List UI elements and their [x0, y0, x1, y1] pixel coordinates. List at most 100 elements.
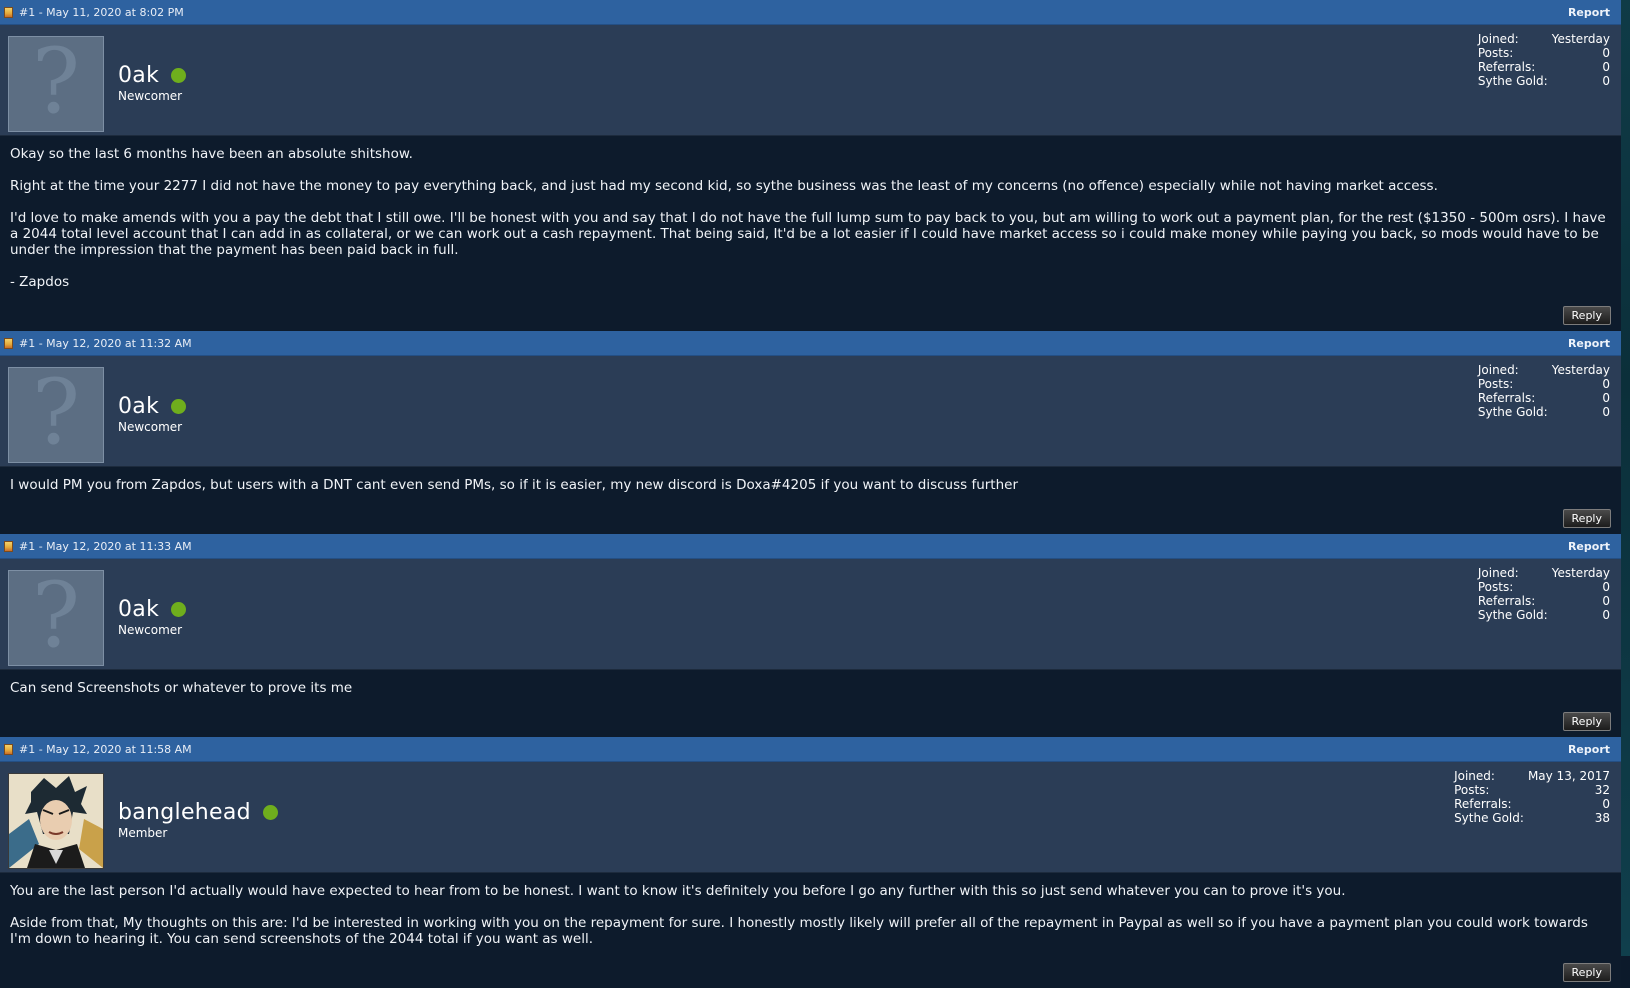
stat-row: Sythe Gold: 0: [1478, 608, 1610, 622]
post-paragraph: Aside from that, My thoughts on this are…: [10, 915, 1588, 947]
username-link[interactable]: 0ak: [118, 394, 159, 419]
stat-value: 32: [1594, 783, 1610, 797]
post-body: Okay so the last 6 months have been an a…: [0, 136, 1621, 298]
online-status-icon: [262, 805, 278, 820]
post-paragraph: Right at the time your 2277 I did not ha…: [10, 178, 1438, 194]
user-info-panel: banglehead Member Joined: May 13, 2017 P…: [0, 762, 1621, 873]
page-background-edge: [1621, 0, 1630, 956]
avatar[interactable]: ?: [8, 367, 104, 463]
stat-label: Posts:: [1477, 46, 1514, 60]
stat-label: Joined:: [1477, 363, 1519, 377]
stat-row: Referrals: 0: [1478, 60, 1610, 74]
question-mark-icon: ?: [31, 36, 81, 132]
post-meta[interactable]: #1 - May 12, 2020 at 11:58 AM: [19, 743, 192, 756]
thread: #1 - May 11, 2020 at 8:02 PM Report ? 0a…: [0, 0, 1621, 988]
user-rank: Newcomer: [118, 420, 183, 434]
stat-value: 0: [1602, 46, 1610, 60]
post-meta[interactable]: #1 - May 12, 2020 at 11:33 AM: [19, 540, 192, 553]
stat-row: Joined: Yesterday: [1478, 32, 1610, 46]
username-row: 0ak: [118, 597, 187, 622]
post-header: #1 - May 12, 2020 at 11:33 AM Report: [0, 534, 1621, 559]
user-stats: Joined: Yesterday Posts: 0 Referrals: 0 …: [1478, 32, 1610, 88]
reply-row: Reply: [0, 298, 1621, 331]
stat-row: Sythe Gold: 38: [1454, 811, 1610, 825]
stat-label: Sythe Gold:: [1454, 811, 1524, 825]
stat-label: Posts:: [1477, 377, 1514, 391]
stat-value: 0: [1602, 60, 1610, 74]
avatar[interactable]: ?: [8, 36, 104, 132]
post-body: Can send Screenshots or whatever to prov…: [0, 670, 1621, 704]
post: #1 - May 12, 2020 at 11:58 AM Report ban…: [0, 737, 1621, 988]
post-paragraph: I'd love to make amends with you a pay t…: [10, 210, 1606, 258]
username-link[interactable]: 0ak: [118, 597, 159, 622]
stat-row: Sythe Gold: 0: [1478, 74, 1610, 88]
reply-row: Reply: [0, 501, 1621, 534]
stat-value: Yesterday: [1551, 363, 1610, 377]
stat-value: 38: [1594, 811, 1610, 825]
username-link[interactable]: 0ak: [118, 63, 159, 88]
stat-row: Posts: 32: [1454, 783, 1610, 797]
stat-row: Joined: Yesterday: [1478, 363, 1610, 377]
stat-row: Posts: 0: [1478, 580, 1610, 594]
reply-button[interactable]: Reply: [1562, 712, 1611, 731]
stat-label: Joined:: [1477, 32, 1519, 46]
report-link[interactable]: Report: [1568, 540, 1621, 553]
report-link[interactable]: Report: [1568, 6, 1621, 19]
stat-row: Referrals: 0: [1478, 594, 1610, 608]
post-status-icon: [4, 743, 13, 755]
online-status-icon: [171, 68, 187, 83]
stat-value: Yesterday: [1551, 566, 1610, 580]
stat-row: Referrals: 0: [1478, 391, 1610, 405]
stat-label: Joined:: [1477, 566, 1519, 580]
stat-value: Yesterday: [1551, 32, 1610, 46]
report-link[interactable]: Report: [1568, 743, 1621, 756]
avatar[interactable]: [8, 773, 104, 869]
post-body: I would PM you from Zapdos, but users wi…: [0, 467, 1621, 501]
report-link[interactable]: Report: [1568, 337, 1621, 350]
online-status-icon: [171, 399, 187, 414]
avatar-illustration: [9, 774, 103, 868]
stat-row: Posts: 0: [1478, 46, 1610, 60]
stat-row: Sythe Gold: 0: [1478, 405, 1610, 419]
user-info-panel: ? 0ak Newcomer Joined: Yesterday Posts: …: [0, 356, 1621, 467]
post-body: You are the last person I'd actually wou…: [0, 873, 1621, 955]
stat-label: Referrals:: [1477, 594, 1536, 608]
stat-value: 0: [1602, 580, 1610, 594]
user-rank: Newcomer: [118, 623, 183, 637]
post-meta[interactable]: #1 - May 12, 2020 at 11:32 AM: [19, 337, 192, 350]
user-info-panel: ? 0ak Newcomer Joined: Yesterday Posts: …: [0, 559, 1621, 670]
username-link[interactable]: banglehead: [118, 800, 251, 825]
stat-row: Joined: May 13, 2017: [1454, 769, 1610, 783]
user-rank: Member: [118, 826, 168, 840]
post-header: #1 - May 12, 2020 at 11:32 AM Report: [0, 331, 1621, 356]
post-paragraph: - Zapdos: [10, 274, 70, 290]
post-status-icon: [4, 337, 13, 349]
stat-value: 0: [1602, 74, 1610, 88]
post: #1 - May 12, 2020 at 11:33 AM Report ? 0…: [0, 534, 1621, 737]
avatar[interactable]: ?: [8, 570, 104, 666]
post-paragraph: You are the last person I'd actually wou…: [10, 883, 1346, 899]
reply-button[interactable]: Reply: [1562, 306, 1611, 325]
stat-row: Joined: Yesterday: [1478, 566, 1610, 580]
reply-button[interactable]: Reply: [1562, 963, 1611, 982]
post-status-icon: [4, 540, 13, 552]
question-mark-icon: ?: [31, 570, 81, 666]
stat-label: Posts:: [1454, 783, 1490, 797]
reply-button[interactable]: Reply: [1562, 509, 1611, 528]
online-status-icon: [171, 602, 187, 617]
post-header: #1 - May 12, 2020 at 11:58 AM Report: [0, 737, 1621, 762]
stat-value: 0: [1602, 405, 1610, 419]
user-info-panel: ? 0ak Newcomer Joined: Yesterday Posts: …: [0, 25, 1621, 136]
question-mark-icon: ?: [31, 367, 81, 463]
stat-value: 0: [1602, 377, 1610, 391]
post-meta[interactable]: #1 - May 11, 2020 at 8:02 PM: [19, 6, 184, 19]
reply-row: Reply: [0, 955, 1621, 988]
stat-row: Referrals: 0: [1454, 797, 1610, 811]
stat-label: Joined:: [1454, 769, 1495, 783]
post-paragraph: Can send Screenshots or whatever to prov…: [10, 680, 353, 696]
user-stats: Joined: May 13, 2017 Posts: 32 Referrals…: [1454, 769, 1610, 825]
stat-row: Posts: 0: [1478, 377, 1610, 391]
username-row: 0ak: [118, 394, 187, 419]
stat-label: Referrals:: [1454, 797, 1512, 811]
stat-value: 0: [1602, 594, 1610, 608]
